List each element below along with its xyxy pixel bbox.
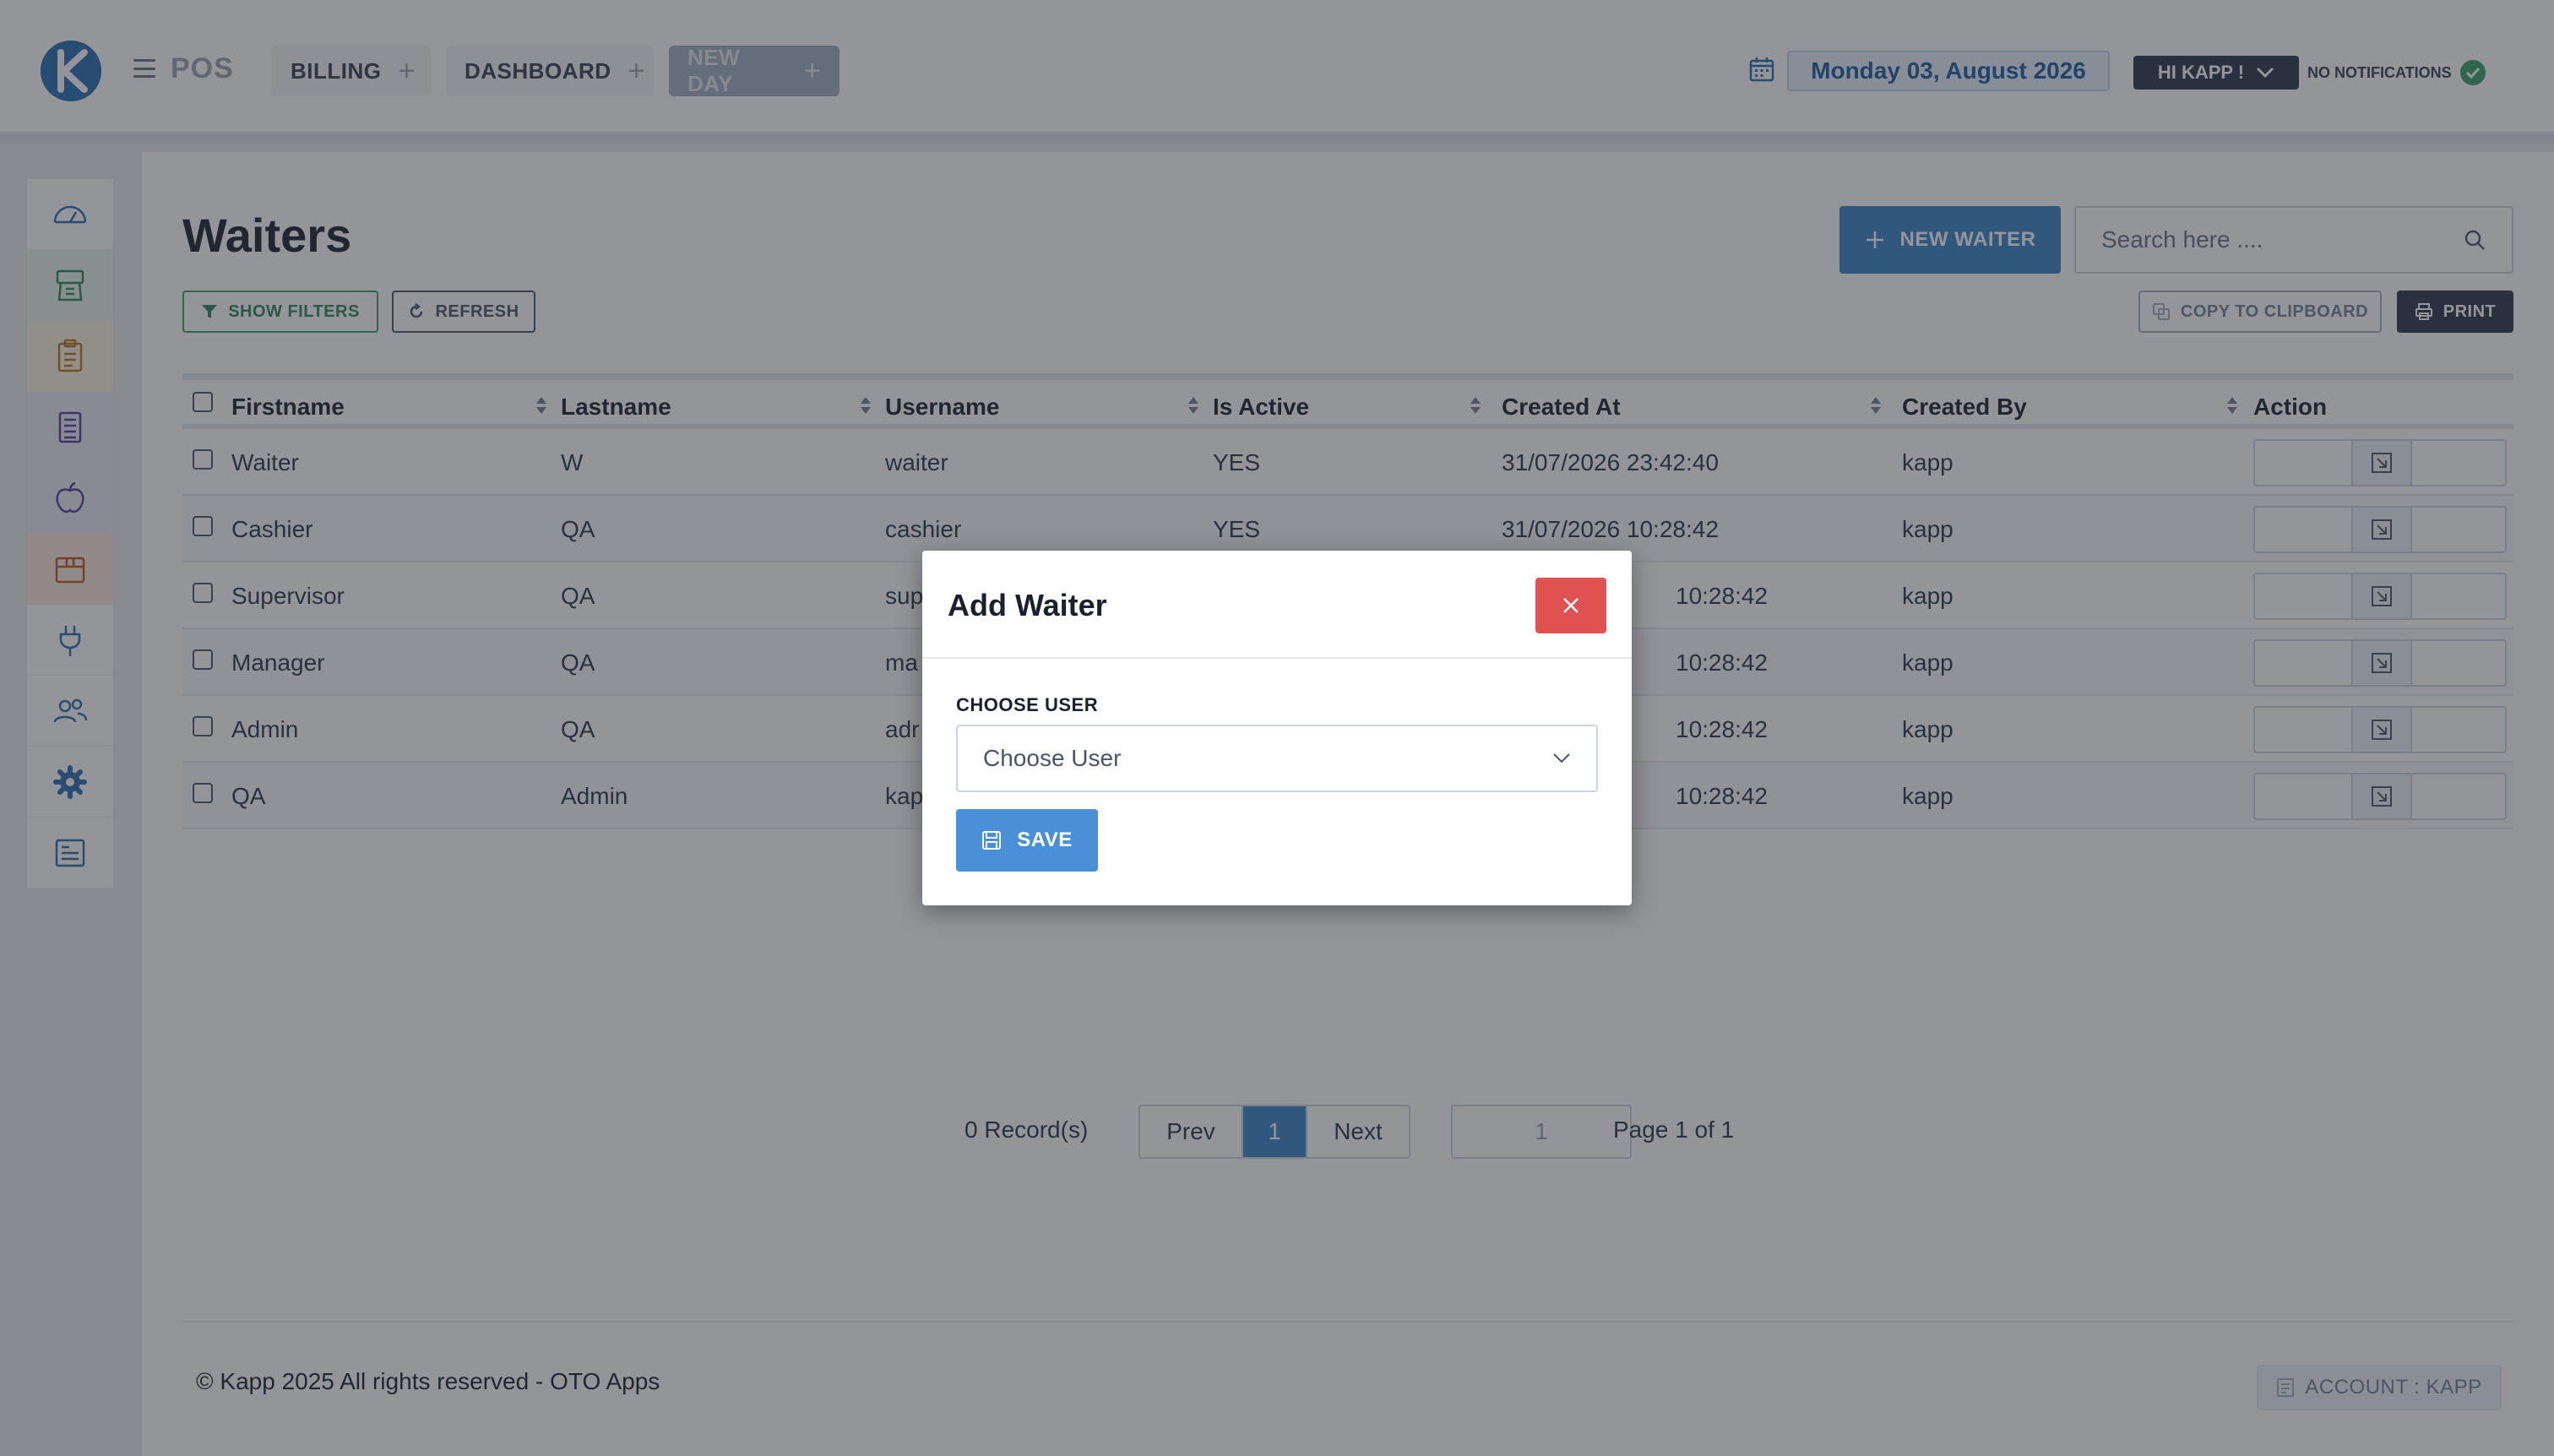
add-waiter-modal: Add Waiter CHOOSE USER Choose User SAVE <box>922 551 1632 905</box>
choose-user-value: Choose User <box>983 745 1122 771</box>
floppy-disk-icon <box>982 831 1002 850</box>
choose-user-select[interactable]: Choose User <box>956 725 1598 792</box>
save-button[interactable]: SAVE <box>956 809 1098 872</box>
choose-user-label: CHOOSE USER <box>956 694 1099 715</box>
chevron-down-icon <box>1553 753 1570 763</box>
modal-title: Add Waiter <box>948 588 1107 622</box>
close-icon <box>1563 598 1579 613</box>
save-label: SAVE <box>1017 829 1073 851</box>
modal-header: Add Waiter <box>922 551 1632 659</box>
close-button[interactable] <box>1535 578 1606 633</box>
